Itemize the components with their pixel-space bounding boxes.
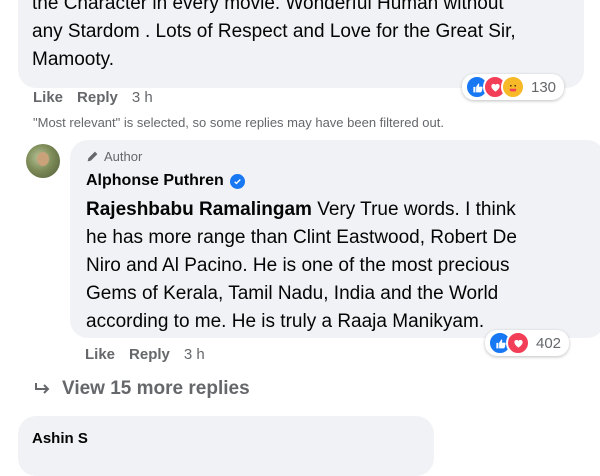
view-more-label: View 15 more replies xyxy=(62,378,250,399)
reply-button[interactable]: Reply xyxy=(129,346,170,363)
mention-link[interactable]: Rajeshbabu Ramalingam xyxy=(86,199,312,220)
comment-text-line: the Character in every movie. Wonderful … xyxy=(32,0,504,14)
comment-text-line: Mamooty. xyxy=(32,49,115,70)
care-icon xyxy=(501,75,525,99)
love-icon xyxy=(506,331,530,355)
avatar[interactable] xyxy=(26,144,60,178)
reaction-count: 402 xyxy=(536,334,562,352)
filter-note: "Most relevant" is selected, so some rep… xyxy=(33,115,444,130)
reply-actions: Like Reply 3 h xyxy=(85,346,219,363)
comment-actions: Like Reply 3 h xyxy=(33,89,167,106)
author-name-row: Alphonse Puthren xyxy=(86,172,245,190)
reply-text-line: Gems of Kerala, Tamil Nadu, India and th… xyxy=(86,283,499,304)
reply-text-line: Niro and Al Pacino. He is one of the mos… xyxy=(86,255,510,276)
like-button[interactable]: Like xyxy=(33,89,63,106)
comment-timestamp[interactable]: 3 h xyxy=(132,89,153,106)
reply-bubble: Author Alphonse Puthren Rajeshbabu Ramal… xyxy=(70,140,600,338)
author-name[interactable]: Alphonse Puthren xyxy=(86,172,224,190)
reaction-summary[interactable]: 130 xyxy=(462,74,565,100)
reply-text: Rajeshbabu Ramalingam Very True words. I… xyxy=(86,196,591,336)
reply-arrow-icon xyxy=(35,383,50,394)
author-badge-label: Author xyxy=(104,149,143,164)
comment-text-line: any Stardom . Lots of Respect and Love f… xyxy=(32,21,516,42)
comment-bubble: Ashin S xyxy=(18,416,434,476)
reaction-summary[interactable]: 402 xyxy=(485,330,570,356)
reply-text-line: he has more range than Clint Eastwood, R… xyxy=(86,227,517,248)
reply-button[interactable]: Reply xyxy=(77,89,118,106)
author-badge: Author xyxy=(86,149,142,164)
like-button[interactable]: Like xyxy=(85,346,115,363)
verified-icon xyxy=(229,173,245,189)
comment-text: the Character in every movie. Wonderful … xyxy=(32,0,572,74)
reaction-count: 130 xyxy=(531,78,557,96)
reply-text-line: Very True words. I think xyxy=(311,199,516,220)
reply-timestamp[interactable]: 3 h xyxy=(184,346,205,363)
comment-author-name[interactable]: Ashin S xyxy=(32,430,88,447)
pencil-icon xyxy=(87,151,98,162)
view-more-replies-link[interactable]: View 15 more replies xyxy=(34,378,250,400)
